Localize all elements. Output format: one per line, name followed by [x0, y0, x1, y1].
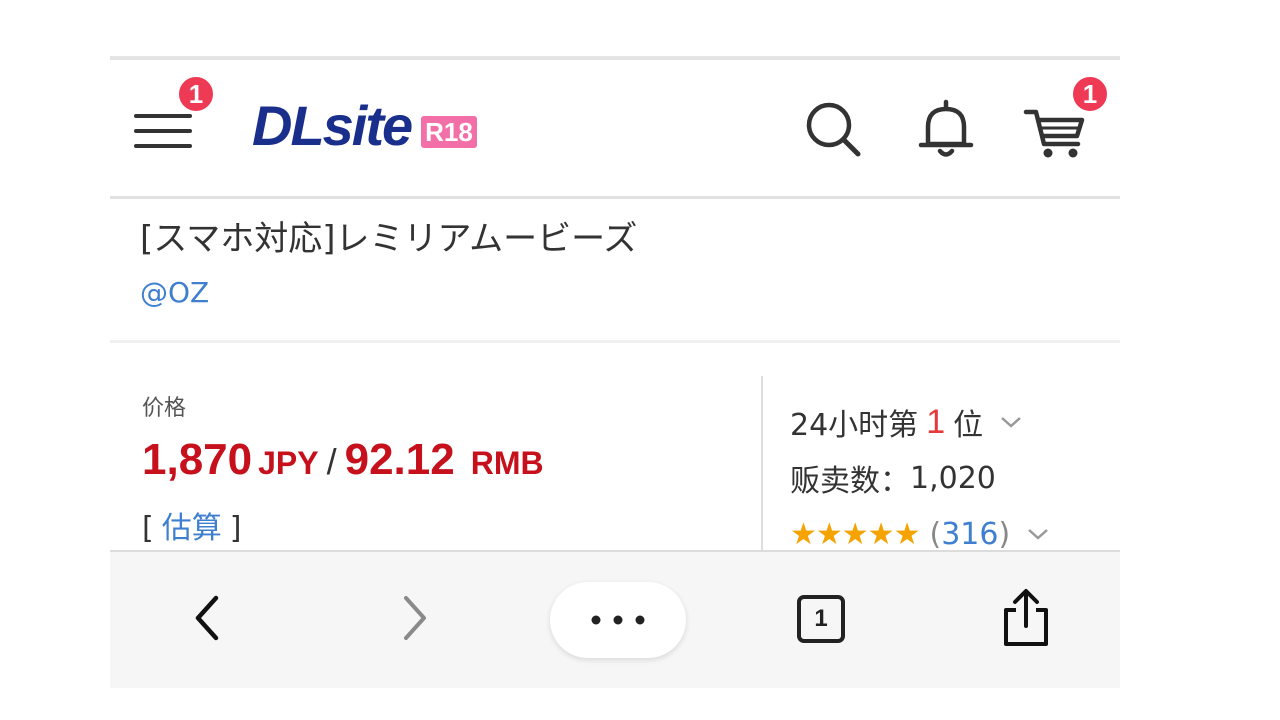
- price-rmb-unit: RMB: [470, 445, 544, 481]
- product-header: [スマホ対応]レミリアムービーズ @OZ: [140, 216, 1100, 309]
- ranking-row[interactable]: 24小时第 1 位: [790, 394, 1110, 450]
- vertical-divider: [761, 376, 763, 556]
- mobile-page: 1 DLsite R18 1 [スマホ対応]レミリアムービーズ @OZ 价格 1…: [110, 56, 1120, 688]
- chevron-left-icon[interactable]: [180, 590, 236, 646]
- product-title: [スマホ対応]レミリアムービーズ: [140, 219, 638, 259]
- cart-count-badge: 1: [1070, 74, 1110, 114]
- browser-toolbar: 1: [110, 550, 1120, 688]
- estimate-close-bracket: ]: [229, 511, 242, 546]
- estimate-row: [估算]: [142, 503, 742, 547]
- sales-value: 1,020: [910, 460, 996, 496]
- hamburger-menu-icon[interactable]: [134, 108, 194, 152]
- price-row: 1,870 JPY/92.12 RMB: [142, 436, 742, 493]
- price-separator: /: [326, 441, 337, 482]
- dlsite-logo[interactable]: DLsite R18: [252, 90, 477, 160]
- tab-count: 1: [814, 605, 828, 632]
- sales-row: 贩卖数： 1,020: [790, 450, 1110, 506]
- review-count-wrapper: (316): [929, 517, 1010, 552]
- ranking-suffix: 位: [953, 408, 984, 443]
- tabs-icon[interactable]: 1: [796, 594, 846, 644]
- sales-label: 贩卖数：: [790, 464, 910, 499]
- review-open: (: [929, 516, 942, 552]
- ranking-number: 1: [926, 402, 946, 441]
- menu-notification-badge: 1: [176, 74, 216, 114]
- price-jpy-unit: JPY: [258, 445, 319, 481]
- chevron-right-icon[interactable]: [386, 590, 442, 646]
- price-section: 价格 1,870 JPY/92.12 RMB [估算]: [142, 390, 742, 547]
- price-label: 价格: [142, 396, 187, 421]
- stats-section: 24小时第 1 位 贩卖数： 1,020 ★★★★★ (316): [790, 394, 1110, 562]
- estimate-open-bracket: [: [142, 511, 154, 546]
- ranking-prefix: 24小时第: [790, 408, 919, 443]
- share-icon[interactable]: [998, 586, 1054, 650]
- site-header: 1 DLsite R18 1: [110, 60, 1120, 199]
- toolbar-divider: [110, 550, 1120, 552]
- chevron-down-icon[interactable]: [999, 414, 1023, 430]
- circle-name-link[interactable]: @OZ: [140, 276, 209, 309]
- review-count-link[interactable]: 316: [941, 517, 998, 552]
- price-jpy-value: 1,870: [142, 435, 253, 484]
- price-rmb-value: 92.12: [344, 435, 455, 484]
- section-divider: [110, 340, 1120, 343]
- bell-icon[interactable]: [913, 96, 979, 162]
- review-close: ): [998, 516, 1011, 552]
- chevron-down-icon[interactable]: [1026, 526, 1050, 542]
- estimate-link[interactable]: 估算: [162, 511, 222, 546]
- search-icon[interactable]: [800, 96, 866, 162]
- ellipsis-icon[interactable]: [550, 582, 686, 658]
- logo-text: DLsite: [252, 93, 413, 157]
- r18-badge: R18: [421, 116, 477, 148]
- header-divider: [110, 196, 1120, 199]
- rating-stars: ★★★★★: [790, 516, 920, 552]
